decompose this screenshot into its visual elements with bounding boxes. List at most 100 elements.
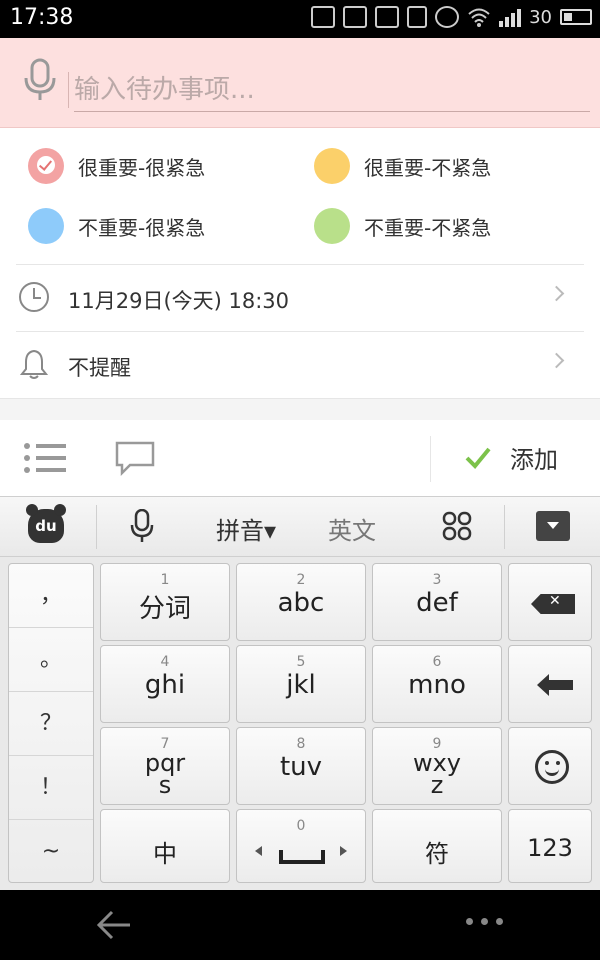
priority-label: 不重要-很紧急	[78, 215, 206, 240]
key-number: 1	[160, 572, 170, 588]
key-number: 2	[296, 572, 306, 588]
priority-dot-red	[28, 148, 64, 184]
symbol-column: ， 。 ？ ！ ~	[8, 563, 94, 883]
emoji-key[interactable]	[508, 727, 592, 805]
image-icon	[375, 6, 400, 28]
arrow-right-icon	[340, 846, 347, 856]
key-label: mno	[408, 670, 466, 700]
reminder-row[interactable]: 不提醒	[0, 332, 600, 398]
chinese-key[interactable]: 中	[100, 809, 230, 883]
alarm-icon	[435, 6, 460, 28]
action-separator	[430, 436, 431, 482]
navigation-bar	[0, 890, 600, 960]
key-label-line2: z	[430, 771, 444, 799]
key-3[interactable]: 3 def	[372, 563, 502, 641]
mic-icon[interactable]	[20, 58, 60, 102]
key-label-line2: s	[158, 771, 172, 799]
keyboard-mic-icon[interactable]	[130, 509, 154, 543]
section-strip	[0, 398, 600, 420]
todo-input-area	[0, 38, 600, 128]
key-number: 5	[296, 654, 306, 670]
keyboard-logo[interactable]: du	[26, 504, 66, 543]
message-icon[interactable]	[114, 440, 156, 476]
priority-option-not-important-not-urgent[interactable]: 不重要-不紧急	[314, 206, 491, 246]
chevron-right-icon	[548, 285, 565, 302]
input-separator	[68, 72, 69, 108]
priority-option-important-urgent[interactable]: 很重要-很紧急	[28, 146, 205, 186]
clock-icon	[19, 282, 49, 312]
keyboard: du 拼音▾ 英文 ， 。 ？ ！ ~ 1 分词 2 abc 3 def ✕ 4…	[0, 496, 600, 890]
priority-dot-green	[314, 208, 350, 244]
status-bar: 17:38 30	[0, 0, 600, 38]
arrow-left-icon	[255, 846, 262, 856]
key-label: abc	[277, 588, 325, 618]
symbol-key[interactable]: 。	[9, 628, 93, 692]
enter-icon	[537, 674, 573, 696]
backspace-icon	[531, 594, 575, 614]
priority-option-important-not-urgent[interactable]: 很重要-不紧急	[314, 146, 491, 186]
key-8[interactable]: 8 tuv	[236, 727, 366, 805]
hide-keyboard-icon[interactable]	[536, 511, 570, 541]
priority-dot-blue	[28, 208, 64, 244]
add-button-label: 添加	[510, 446, 558, 474]
list-icon[interactable]	[24, 442, 66, 474]
more-icon[interactable]	[466, 918, 506, 928]
key-label: wxy z	[373, 751, 501, 799]
space-icon	[279, 850, 325, 864]
key-1[interactable]: 1 分词	[100, 563, 230, 641]
key-7[interactable]: 7 pqr s	[100, 727, 230, 805]
wifi-icon	[468, 8, 490, 27]
grid-icon[interactable]	[442, 511, 472, 541]
key-label: 123	[527, 834, 573, 862]
key-number: 4	[160, 654, 170, 670]
symbol-key[interactable]: ！	[9, 756, 93, 820]
backspace-key[interactable]	[508, 563, 592, 641]
key-label: def	[416, 588, 458, 618]
key-label: pqr s	[101, 751, 229, 799]
back-arrow-icon[interactable]	[96, 908, 132, 942]
status-time: 17:38	[10, 5, 74, 30]
priority-option-not-important-urgent[interactable]: 不重要-很紧急	[28, 206, 205, 246]
key-5[interactable]: 5 jkl	[236, 645, 366, 723]
add-button[interactable]: 添加	[464, 440, 558, 475]
signal-icon	[499, 7, 522, 27]
vibrate-icon	[407, 6, 428, 28]
key-label: 中	[153, 840, 177, 868]
bell-icon	[19, 349, 49, 379]
priority-label: 很重要-很紧急	[78, 155, 206, 180]
key-label: ghi	[144, 670, 186, 700]
key-6[interactable]: 6 mno	[372, 645, 502, 723]
key-label: jkl	[286, 670, 316, 700]
keyboard-toolbar: du 拼音▾ 英文	[0, 497, 600, 557]
symbol-key[interactable]: ，	[9, 564, 93, 628]
enter-key[interactable]	[508, 645, 592, 723]
check-icon	[37, 156, 55, 174]
key-2[interactable]: 2 abc	[236, 563, 366, 641]
action-bar: 添加	[0, 420, 600, 496]
toolbar-separator	[96, 505, 97, 549]
key-label: 分词	[138, 594, 191, 624]
number-mode-key[interactable]: 123	[508, 809, 592, 883]
priority-selector: 很重要-很紧急 很重要-不紧急 不重要-很紧急 不重要-不紧急	[0, 128, 600, 264]
key-number: 8	[296, 736, 306, 752]
symbol-mode-key[interactable]: 符	[372, 809, 502, 883]
english-mode-button[interactable]: 英文	[328, 511, 376, 546]
symbol-key[interactable]: ~	[9, 820, 93, 884]
key-number: 3	[432, 572, 442, 588]
datetime-row[interactable]: 11月29日(今天) 18:30	[0, 265, 600, 331]
key-4[interactable]: 4 ghi	[100, 645, 230, 723]
datetime-label: 11月29日(今天) 18:30	[68, 289, 290, 313]
key-label: 符	[425, 840, 449, 868]
status-icons: 30	[311, 6, 592, 28]
battery-percent: 30	[529, 6, 552, 28]
smiley-icon	[535, 750, 569, 784]
reminder-label: 不提醒	[68, 356, 131, 380]
symbol-key[interactable]: ？	[9, 692, 93, 756]
todo-input[interactable]	[74, 68, 590, 112]
chevron-right-icon	[548, 352, 565, 369]
key-label: tuv	[279, 752, 323, 782]
key-9[interactable]: 9 wxy z	[372, 727, 502, 805]
pinyin-mode-button[interactable]: 拼音▾	[216, 511, 276, 546]
priority-label: 不重要-不紧急	[364, 215, 492, 240]
space-key[interactable]: 0	[236, 809, 366, 883]
